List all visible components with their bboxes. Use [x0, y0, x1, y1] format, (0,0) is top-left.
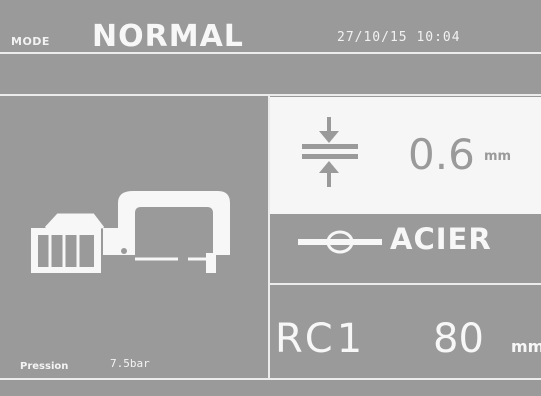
- top-divider: [0, 94, 541, 96]
- thickness-panel[interactable]: 0.6 mm: [270, 97, 541, 214]
- material-name: ACIER: [390, 222, 492, 256]
- c-gun-icon: [31, 191, 230, 273]
- thickness-value: 0.6: [408, 130, 475, 179]
- mode-value: NORMAL: [92, 19, 244, 54]
- welder-display: MODE NORMAL 27/10/15 10:04 0.6 mm ACIER …: [0, 0, 541, 396]
- material-row[interactable]: ACIER: [270, 214, 541, 283]
- arm-label: RC1: [275, 316, 367, 362]
- sheet-material-icon: [298, 230, 382, 254]
- sheet-thickness-icon: [302, 117, 358, 187]
- date-time: 27/10/15 10:04: [337, 30, 461, 45]
- thickness-unit: mm: [484, 149, 512, 164]
- arm-length-unit: mm: [511, 337, 541, 356]
- header-divider: [0, 52, 541, 54]
- mode-label: MODE: [11, 35, 50, 48]
- arm-length-value: 80: [433, 316, 484, 362]
- bottom-divider: [0, 378, 541, 380]
- pression-value: 7.5bar: [110, 357, 150, 370]
- pression-label: Pression: [20, 361, 69, 372]
